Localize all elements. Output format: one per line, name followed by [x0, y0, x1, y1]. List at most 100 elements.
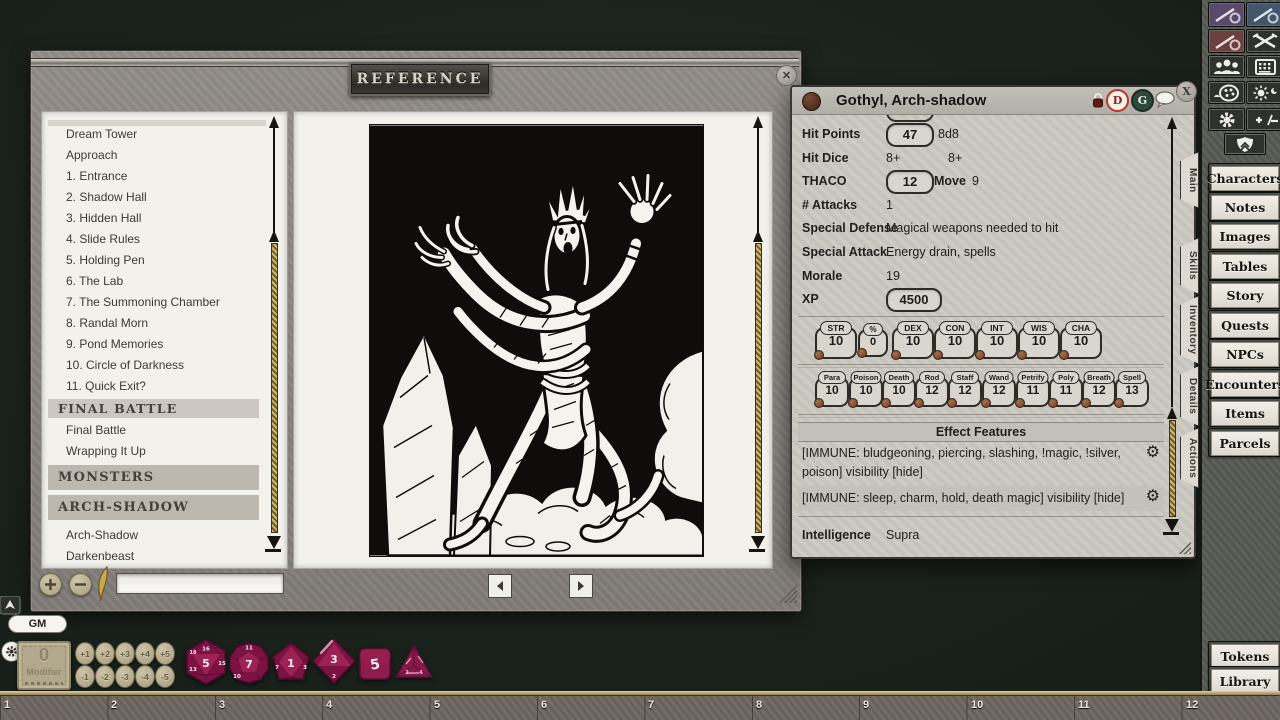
- lighting-icon[interactable]: [1246, 81, 1280, 104]
- save-spell[interactable]: Spell 13: [1115, 377, 1149, 407]
- modifier-chip[interactable]: -5: [155, 665, 175, 688]
- xp-field[interactable]: 4500: [886, 288, 942, 312]
- save-poison[interactable]: Poison 10: [849, 377, 883, 407]
- sidebar-item-quests[interactable]: Quests: [1208, 310, 1280, 339]
- toc-item[interactable]: 4. Slide Rules: [48, 229, 259, 250]
- chat-bubble-icon[interactable]: [1154, 91, 1176, 108]
- window-title-plaque[interactable]: REFERENCE: [349, 62, 491, 96]
- zoom-out-button[interactable]: [69, 573, 92, 596]
- toc-item[interactable]: 10. Circle of Darkness: [48, 355, 259, 376]
- weapon-blue-icon[interactable]: [1246, 2, 1280, 27]
- search-input[interactable]: [116, 573, 284, 594]
- weapon-purple-icon[interactable]: [1208, 2, 1245, 27]
- scroll-up-icon[interactable]: [1167, 117, 1177, 129]
- sidebar-item-parcels[interactable]: Parcels: [1208, 428, 1280, 457]
- modifier-chip[interactable]: -2: [95, 665, 115, 688]
- modifier-chip[interactable]: +4: [135, 642, 155, 665]
- collapse-shield-icon[interactable]: [1224, 133, 1266, 155]
- quill-icon[interactable]: [93, 565, 113, 601]
- scroll-anchor-icon[interactable]: [1165, 519, 1179, 532]
- tokens-palette-icon[interactable]: [1208, 81, 1245, 104]
- tab-details[interactable]: Details: [1180, 366, 1199, 426]
- save-rod[interactable]: Rod 12: [915, 377, 949, 407]
- toc-item[interactable]: Final Battle: [48, 420, 259, 441]
- sidebar-item-characters[interactable]: Characters: [1208, 163, 1280, 192]
- scroll-up-icon[interactable]: [269, 116, 279, 128]
- resize-grip[interactable]: [1176, 539, 1191, 554]
- sidebar-item-npcs[interactable]: NPCs: [1208, 339, 1280, 368]
- sidebar-item-images[interactable]: Images: [1208, 221, 1280, 250]
- modifier-chip[interactable]: +5: [155, 642, 175, 665]
- sidebar-item-tables[interactable]: Tables: [1208, 251, 1280, 280]
- scroll-thumb-icon[interactable]: [1167, 407, 1177, 419]
- gm-badge-icon[interactable]: G: [1131, 89, 1154, 112]
- scroll-thumb-icon[interactable]: [753, 230, 763, 242]
- d20-die[interactable]: 5 16 15 13 18: [184, 639, 228, 685]
- save-wand[interactable]: Wand 12: [982, 377, 1016, 407]
- close-icon[interactable]: ✕: [776, 65, 797, 86]
- toc-item[interactable]: 1. Entrance: [48, 166, 259, 187]
- toc-item[interactable]: Dream Tower: [48, 124, 259, 145]
- tab-skills[interactable]: Skills: [1180, 238, 1199, 294]
- ability-str[interactable]: STR 10: [815, 327, 857, 359]
- modifier-chip[interactable]: +1: [75, 642, 95, 665]
- d8-die[interactable]: 3 2: [312, 638, 356, 684]
- calculator-icon[interactable]: [1246, 55, 1280, 78]
- sidebar-item-encounters[interactable]: Encounters: [1208, 369, 1280, 398]
- scrollbar-rod[interactable]: [1171, 129, 1173, 407]
- tab-inventory[interactable]: Inventory: [1180, 296, 1199, 364]
- sidebar-item-notes[interactable]: Notes: [1208, 192, 1280, 221]
- toc-item[interactable]: 2. Shadow Hall: [48, 187, 259, 208]
- save-staff[interactable]: Staff 12: [948, 377, 982, 407]
- toc-item[interactable]: 9. Pond Memories: [48, 334, 259, 355]
- ability-cha[interactable]: CHA 10: [1060, 327, 1102, 359]
- chat-pointer-icon[interactable]: [0, 596, 22, 616]
- modifier-chip[interactable]: -3: [115, 665, 135, 688]
- tab-actions[interactable]: Actions: [1180, 428, 1199, 488]
- d4-die[interactable]: 2 4: [394, 644, 434, 680]
- thaco-field[interactable]: 12: [886, 170, 934, 194]
- close-icon[interactable]: X: [1176, 81, 1197, 102]
- options-gear-icon[interactable]: [1208, 108, 1245, 131]
- effect-settings-gear-icon[interactable]: ⚙: [1146, 445, 1160, 461]
- toc-item[interactable]: 7. The Summoning Chamber: [48, 292, 259, 313]
- lock-icon[interactable]: [1091, 91, 1105, 110]
- toc-item[interactable]: Arch-Shadow: [48, 525, 259, 546]
- sidebar-item-story[interactable]: Story: [1208, 280, 1280, 309]
- d12-die[interactable]: 7 11 10: [228, 641, 270, 685]
- scroll-anchor-icon[interactable]: [267, 536, 281, 549]
- d6-die[interactable]: 5: [358, 647, 392, 681]
- window-knob-icon[interactable]: [802, 92, 821, 111]
- save-poly[interactable]: Poly 11: [1049, 377, 1083, 407]
- crossed-swords-icon[interactable]: [1246, 29, 1280, 53]
- prev-page-button[interactable]: [488, 574, 512, 598]
- zoom-in-button[interactable]: [39, 573, 62, 596]
- ability-wis[interactable]: WIS 10: [1018, 327, 1060, 359]
- modifiers-plusminus-icon[interactable]: [1246, 108, 1280, 131]
- characters-group-icon[interactable]: [1208, 55, 1245, 78]
- scrollbar-rope[interactable]: [1169, 420, 1176, 517]
- next-page-button[interactable]: [569, 574, 593, 598]
- toc-item[interactable]: 8. Randal Morn: [48, 313, 259, 334]
- scroll-thumb-icon[interactable]: [269, 230, 279, 242]
- toc-item[interactable]: Approach: [48, 145, 259, 166]
- scrollbar-rope[interactable]: [271, 243, 278, 533]
- save-para[interactable]: Para 10: [815, 377, 849, 407]
- modifier-chip[interactable]: +2: [95, 642, 115, 665]
- modifier-box[interactable]: 0 Modifier: [17, 641, 71, 690]
- toc-item[interactable]: 11. Quick Exit?: [48, 376, 259, 397]
- ability-percent[interactable]: % 0: [858, 329, 888, 357]
- toc-item[interactable]: Darkenbeast: [48, 546, 259, 567]
- ability-dex[interactable]: DEX 10: [892, 327, 934, 359]
- d10-die[interactable]: 1 7 3: [270, 642, 312, 684]
- ability-con[interactable]: CON 10: [934, 327, 976, 359]
- modifier-chip[interactable]: -4: [135, 665, 155, 688]
- toc-item[interactable]: Wrapping It Up: [48, 441, 259, 462]
- ability-int[interactable]: INT 10: [976, 327, 1018, 359]
- die-reveal-icon[interactable]: D: [1106, 89, 1129, 112]
- scrollbar-rope[interactable]: [755, 243, 762, 533]
- tab-main[interactable]: Main: [1180, 152, 1199, 208]
- resize-grip[interactable]: [779, 585, 797, 603]
- toc-item[interactable]: 5. Holding Pen: [48, 250, 259, 271]
- scroll-up-icon[interactable]: [753, 116, 763, 128]
